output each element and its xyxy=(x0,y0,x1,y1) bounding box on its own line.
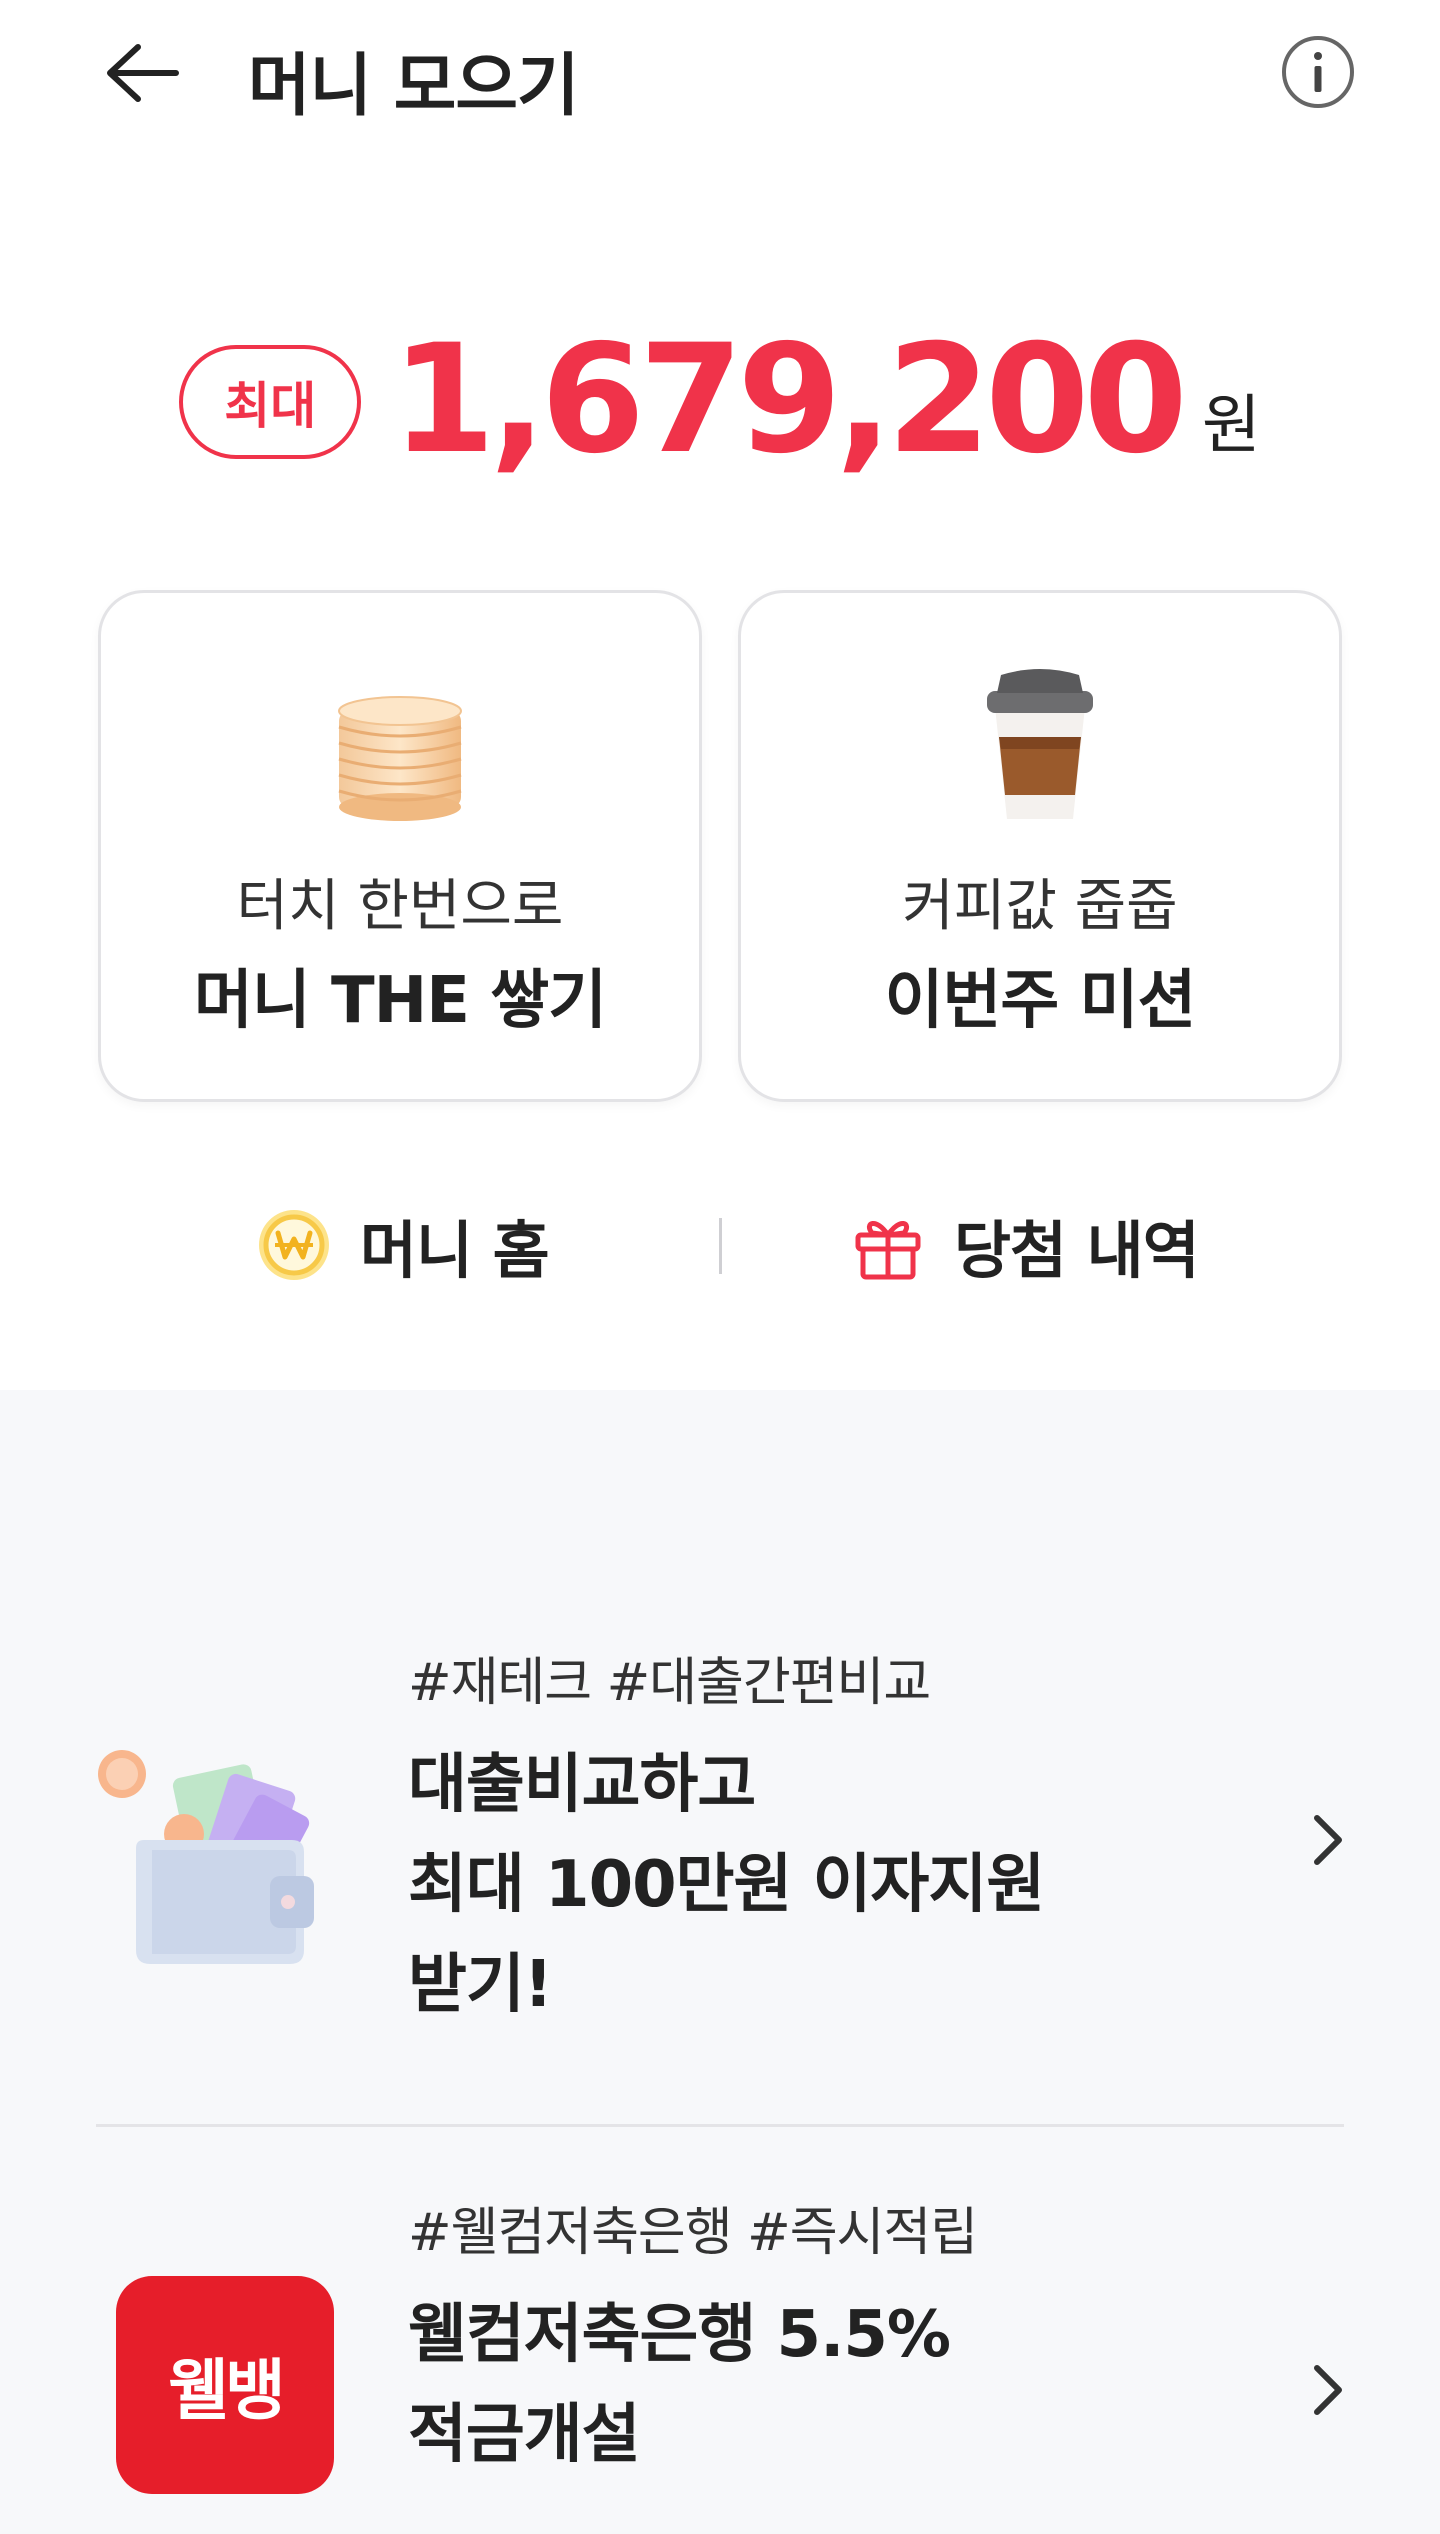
money-stack-card[interactable]: 터치 한번으로 머니 THE 쌓기 xyxy=(98,590,702,1102)
amount-unit: 원 xyxy=(1201,389,1261,463)
money-home-label: 머니 홈 xyxy=(360,1214,550,1287)
welbank-logo-icon: 웰뱅 xyxy=(92,2250,362,2520)
winning-history-label: 당첨 내역 xyxy=(954,1214,1200,1287)
promo-title-line: 대출비교하고 xyxy=(408,1748,756,1822)
chevron-right-icon xyxy=(1302,2360,1352,2420)
promo-divider xyxy=(96,2124,1344,2127)
promo-item[interactable]: #재테크 #대출간편비교 대출비교하고 최대 100만원 이자지원 받기! xyxy=(0,1640,1440,2040)
promo-title: 웰컴저축은행 5.5% 적금개설 xyxy=(408,2285,1288,2485)
weekly-mission-card[interactable]: 커피값 줍줍 이번주 미션 xyxy=(738,590,1342,1102)
welbank-logo-text: 웰뱅 xyxy=(168,2352,285,2429)
max-reward-summary: 최대 1,679,200 원 xyxy=(0,320,1440,480)
promo-tags: #재테크 #대출간편비교 xyxy=(408,1653,931,1713)
chevron-right-icon xyxy=(1302,1810,1352,1870)
app-header: 머니 모으기 xyxy=(0,0,1440,150)
promo-tags: #웰컴저축은행 #즉시적립 xyxy=(408,2203,978,2263)
coin-stack-icon xyxy=(315,663,485,833)
links-divider xyxy=(719,1218,722,1274)
card-subtitle: 커피값 줍줍 xyxy=(902,874,1178,939)
money-home-link[interactable]: 머니 홈 xyxy=(256,1190,550,1300)
page-title: 머니 모으기 xyxy=(248,47,579,126)
card-title: 이번주 미션 xyxy=(884,964,1197,1038)
max-amount: 1,679,200 xyxy=(391,313,1188,487)
welbank-logo: 웰뱅 xyxy=(116,2276,334,2494)
info-button[interactable] xyxy=(1280,34,1356,110)
promo-title-line: 적금개설 xyxy=(408,2398,641,2472)
info-circle-icon xyxy=(1282,36,1354,108)
back-button[interactable] xyxy=(92,30,192,116)
max-badge: 최대 xyxy=(179,345,362,459)
winning-history-link[interactable]: 당첨 내역 xyxy=(850,1190,1200,1300)
promo-title-line: 최대 100만원 이자지원 xyxy=(408,1848,1045,1922)
won-coin-icon xyxy=(259,1210,329,1280)
wallet-cards-icon xyxy=(92,1730,362,2000)
promo-text: #웰컴저축은행 #즉시적립 웰컴저축은행 5.5% 적금개설 xyxy=(408,2190,1288,2485)
card-subtitle: 터치 한번으로 xyxy=(236,874,564,939)
action-cards: 터치 한번으로 머니 THE 쌓기 커피값 줍줍 이번주 미션 xyxy=(98,590,1344,1102)
card-title: 머니 THE 쌓기 xyxy=(193,964,607,1038)
promo-title-line: 받기! xyxy=(408,1948,553,2022)
arrow-left-icon xyxy=(107,44,179,102)
promo-title: 대출비교하고 최대 100만원 이자지원 받기! xyxy=(408,1735,1288,2035)
gift-icon xyxy=(855,1221,921,1280)
coffee-cup-icon xyxy=(955,663,1125,833)
promo-text: #재테크 #대출간편비교 대출비교하고 최대 100만원 이자지원 받기! xyxy=(408,1640,1288,2035)
promo-item[interactable]: 웰뱅 #웰컴저축은행 #즉시적립 웰컴저축은행 5.5% 적금개설 xyxy=(0,2190,1440,2534)
promo-title-line: 웰컴저축은행 5.5% xyxy=(408,2298,951,2372)
